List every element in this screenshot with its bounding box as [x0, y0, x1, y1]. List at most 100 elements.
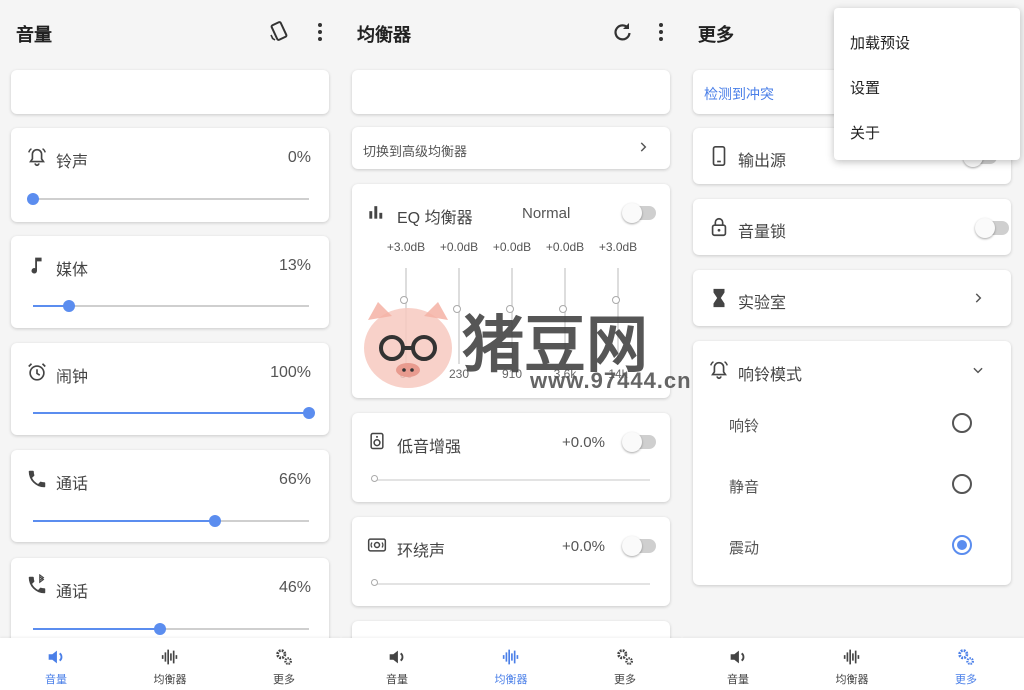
empty-card [352, 70, 670, 114]
eq-title: EQ 均衡器 [397, 210, 473, 227]
chevron-down-icon[interactable] [971, 363, 985, 377]
toggle-knob [622, 432, 642, 452]
nav-label: 均衡器 [153, 674, 187, 686]
phone-device-icon [712, 146, 726, 166]
speaker-icon [389, 650, 404, 664]
bell-icon [710, 361, 728, 380]
chevron-right-icon [975, 293, 982, 303]
nav-label: 均衡器 [835, 674, 869, 686]
slider-thumb[interactable] [27, 193, 39, 205]
slider-thumb[interactable] [371, 475, 378, 482]
lock-toggle[interactable] [975, 218, 1009, 238]
volume-label: 媒体 [56, 262, 89, 279]
radio-ring[interactable] [952, 413, 972, 433]
nav-equalizer[interactable]: 均衡器 [130, 646, 210, 687]
nav-volume[interactable]: 音量 [698, 646, 778, 687]
lab-row[interactable]: 实验室 [693, 270, 1011, 326]
nav-more[interactable]: 更多 [244, 646, 324, 687]
volume-slider[interactable] [33, 515, 309, 527]
slider-thumb[interactable] [153, 623, 166, 635]
volume-slider[interactable] [33, 623, 309, 635]
toggle-knob [622, 203, 642, 223]
nav-more[interactable]: 更多 [926, 646, 1006, 687]
refresh-icon[interactable] [610, 20, 634, 44]
bass-toggle[interactable] [622, 432, 656, 452]
page-title: 更多 [698, 25, 734, 45]
chevron-right-icon [640, 142, 647, 152]
equalizer-appbar: 均衡器 [341, 0, 682, 64]
menu-item-about[interactable]: 关于 [850, 122, 880, 143]
conflict-label: 检测到冲突 [704, 86, 774, 102]
speaker-box-icon [370, 432, 384, 450]
slider-fill [33, 520, 216, 522]
nav-label: 均衡器 [494, 674, 528, 686]
bluetooth-phone-icon [28, 574, 46, 594]
eq-toggle[interactable] [622, 203, 656, 223]
page-title: 均衡器 [357, 25, 411, 45]
nav-more[interactable]: 更多 [585, 646, 665, 687]
volume-row-media: 媒体 13% [11, 236, 329, 328]
bass-boost-card: 低音增强 +0.0% [352, 413, 670, 502]
more-vert-icon[interactable] [308, 20, 332, 44]
nav-volume[interactable]: 音量 [16, 646, 96, 687]
empty-card [11, 70, 329, 114]
volume-lock-row: 音量锁 [693, 199, 1011, 255]
music-note-icon [31, 257, 42, 274]
surround-card: 环绕声 +0.0% [352, 517, 670, 606]
speaker-icon [48, 650, 63, 664]
waveform-icon [161, 649, 178, 665]
slider-fill [33, 412, 309, 414]
volume-row-call: 通话 66% [11, 450, 329, 542]
surround-sound-icon [367, 538, 387, 552]
ring-mode-label: 响铃模式 [738, 367, 803, 384]
eq-gain: +3.0dB [386, 240, 426, 254]
volume-slider[interactable] [33, 300, 309, 312]
ring-mode-option: 响铃 [729, 418, 760, 435]
surround-label: 环绕声 [397, 543, 446, 560]
slider-fill [33, 628, 160, 630]
bass-label: 低音增强 [397, 439, 462, 456]
volume-row-alarm: 闹钟 100% [11, 343, 329, 435]
surround-toggle[interactable] [622, 536, 656, 556]
slider-thumb[interactable] [209, 515, 222, 527]
rotate-device-icon[interactable] [268, 20, 292, 44]
nav-label: 更多 [614, 674, 636, 686]
nav-equalizer[interactable]: 均衡器 [471, 646, 551, 687]
nav-equalizer[interactable]: 均衡器 [812, 646, 892, 687]
bottom-nav: 音量 均衡器 更多 [341, 638, 682, 690]
speaker-icon [730, 650, 745, 664]
eq-gain: +0.0dB [545, 240, 585, 254]
slider-thumb[interactable] [371, 579, 378, 586]
eq-preset[interactable]: Normal [522, 205, 570, 222]
watermark-url: www.97444.cn [530, 368, 692, 393]
bell-icon [28, 148, 46, 167]
volume-slider[interactable] [33, 407, 315, 419]
menu-item-load-preset[interactable]: 加载预设 [850, 32, 910, 53]
slider-thumb[interactable] [303, 407, 315, 419]
ring-mode-option: 震动 [729, 540, 760, 557]
radio-silent[interactable] [952, 474, 972, 494]
radio-vibrate[interactable] [952, 535, 972, 555]
alarm-clock-icon [28, 363, 46, 381]
menu-item-settings[interactable]: 设置 [850, 77, 880, 98]
gears-icon [617, 649, 633, 665]
volume-row-ringtone: 铃声 0% [11, 128, 329, 222]
volume-value: 66% [278, 471, 311, 488]
bass-slider[interactable] [371, 475, 650, 482]
bar-chart-icon [369, 206, 383, 219]
gears-icon [958, 649, 974, 665]
volume-label: 通话 [56, 584, 89, 601]
nav-volume[interactable]: 音量 [357, 646, 437, 687]
volume-row-bluetooth-call: 通话 46% [11, 558, 329, 650]
surround-slider[interactable] [371, 579, 650, 586]
slider-thumb[interactable] [62, 300, 75, 312]
watermark: 猪豆网 www.97444.cn [360, 298, 691, 399]
volume-appbar: 音量 [0, 0, 341, 64]
bass-value: +0.0% [562, 434, 605, 451]
more-vert-icon[interactable] [649, 20, 673, 44]
volume-slider[interactable] [27, 193, 309, 205]
page-title: 音量 [16, 25, 52, 45]
advanced-eq-link[interactable]: 切换到高级均衡器 [352, 127, 670, 169]
lab-label: 实验室 [738, 295, 787, 312]
lock-icon [711, 217, 727, 237]
